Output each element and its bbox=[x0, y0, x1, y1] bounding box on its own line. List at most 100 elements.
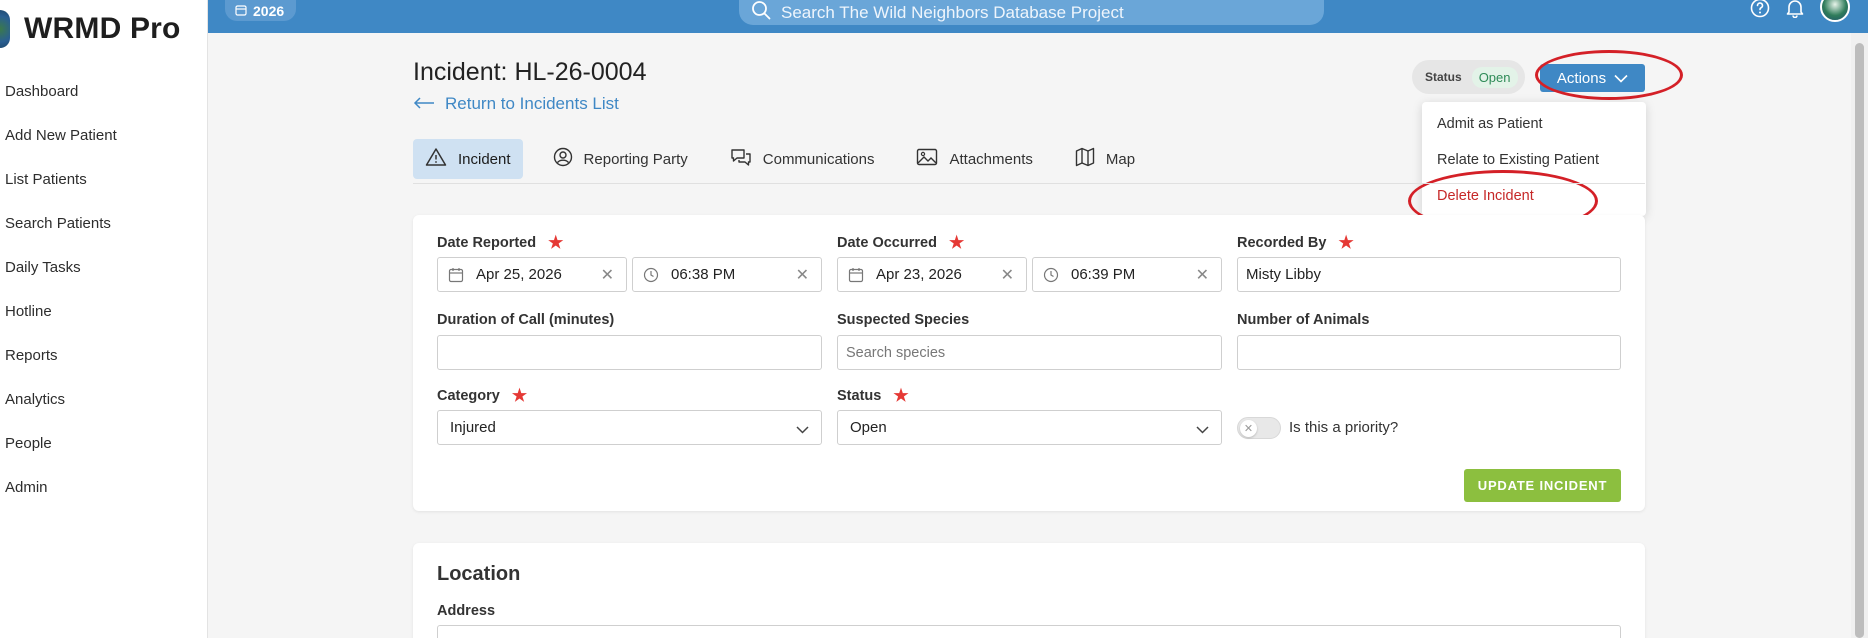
menu-item-relate-to-existing-patient[interactable]: Relate to Existing Patient bbox=[1422, 150, 1646, 186]
clear-icon[interactable]: ✕ bbox=[796, 265, 809, 285]
page-title: Incident: HL-26-0004 bbox=[413, 58, 647, 86]
sidebar-item-dashboard[interactable]: Dashboard bbox=[5, 80, 117, 124]
tabs-divider bbox=[413, 183, 1645, 184]
image-icon bbox=[916, 148, 938, 170]
date-reported-date-field[interactable]: Apr 25, 2026 ✕ bbox=[437, 257, 627, 292]
recorded-by-label: Recorded By ★ bbox=[1237, 233, 1354, 253]
date-reported-time-value: 06:38 PM bbox=[671, 266, 736, 283]
duration-label-text: Duration of Call (minutes) bbox=[437, 312, 615, 328]
vertical-scrollbar[interactable] bbox=[1851, 33, 1868, 638]
priority-toggle[interactable]: ✕ bbox=[1237, 417, 1281, 439]
status-indicator: Status Open bbox=[1412, 60, 1525, 94]
actions-label: Actions bbox=[1556, 69, 1607, 87]
return-to-incidents-link[interactable]: Return to Incidents List bbox=[413, 94, 619, 114]
status-field-label: Status ★ bbox=[837, 386, 909, 406]
address-field[interactable] bbox=[437, 625, 1621, 638]
sidebar-item-reports[interactable]: Reports bbox=[5, 344, 117, 388]
search-input[interactable] bbox=[781, 2, 1301, 23]
bell-icon[interactable] bbox=[1786, 0, 1804, 23]
calendar-icon bbox=[448, 267, 464, 283]
year-label: 2026 bbox=[253, 2, 285, 19]
arrow-left-icon bbox=[413, 94, 435, 114]
menu-item-admit-as-patient[interactable]: Admit as Patient bbox=[1422, 114, 1646, 150]
status-badge: Open bbox=[1471, 66, 1518, 88]
sidebar-item-daily-tasks[interactable]: Daily Tasks bbox=[5, 256, 117, 300]
tab-label: Reporting Party bbox=[583, 150, 688, 168]
date-occurred-label: Date Occurred ★ bbox=[837, 233, 964, 253]
suspected-species-label-text: Suspected Species bbox=[837, 312, 970, 328]
year-selector[interactable]: 2026 bbox=[225, 0, 297, 21]
chevron-down-icon bbox=[1196, 421, 1209, 438]
sidebar-item-search-patients[interactable]: Search Patients bbox=[5, 212, 117, 256]
number-of-animals-label: Number of Animals bbox=[1237, 312, 1369, 328]
recorded-by-field[interactable]: Misty Libby bbox=[1237, 257, 1621, 292]
tab-label: Communications bbox=[762, 150, 875, 168]
date-occurred-time-value: 06:39 PM bbox=[1071, 266, 1136, 283]
tab-reporting-party[interactable]: Reporting Party bbox=[541, 139, 700, 179]
incident-form: Date Reported ★ Apr 25, 2026 ✕ 06:38 PM ✕… bbox=[413, 215, 1645, 511]
date-occurred-time-field[interactable]: 06:39 PM ✕ bbox=[1032, 257, 1222, 292]
tab-map[interactable]: Map bbox=[1063, 139, 1147, 179]
location-title: Location bbox=[437, 563, 521, 585]
date-occurred-date-field[interactable]: Apr 23, 2026 ✕ bbox=[837, 257, 1027, 292]
global-search[interactable] bbox=[739, 0, 1324, 25]
tab-incident[interactable]: Incident bbox=[413, 139, 523, 179]
brand-logo bbox=[0, 10, 10, 48]
sidebar-item-admin[interactable]: Admin bbox=[5, 476, 117, 520]
sidebar-item-people[interactable]: People bbox=[5, 432, 117, 476]
status-select[interactable]: Open bbox=[837, 410, 1222, 445]
number-of-animals-label-text: Number of Animals bbox=[1237, 312, 1370, 328]
sidebar-item-list-patients[interactable]: List Patients bbox=[5, 168, 117, 212]
warning-icon bbox=[425, 147, 447, 171]
clear-icon[interactable]: ✕ bbox=[601, 265, 614, 285]
topbar: 2026 bbox=[208, 0, 1868, 33]
chevron-down-icon bbox=[1614, 70, 1628, 87]
user-circle-icon bbox=[553, 147, 573, 171]
category-select[interactable]: Injured bbox=[437, 410, 822, 445]
number-of-animals-field[interactable] bbox=[1237, 335, 1621, 370]
required-star-icon: ★ bbox=[511, 386, 528, 405]
species-search-field[interactable]: Search species bbox=[837, 335, 1222, 370]
tab-label: Map bbox=[1105, 150, 1136, 168]
avatar[interactable] bbox=[1820, 0, 1850, 22]
top-actions bbox=[1750, 0, 1850, 23]
actions-button[interactable]: Actions bbox=[1540, 64, 1645, 92]
help-icon[interactable] bbox=[1750, 0, 1770, 23]
actions-menu: Admit as Patient Relate to Existing Pati… bbox=[1422, 102, 1646, 216]
clear-icon[interactable]: ✕ bbox=[1196, 265, 1209, 285]
status-select-value: Open bbox=[850, 419, 887, 436]
clear-icon[interactable]: ✕ bbox=[1001, 265, 1014, 285]
brand-name: WRMD Pro bbox=[24, 12, 181, 45]
date-reported-label-text: Date Reported bbox=[437, 235, 537, 251]
clock-icon bbox=[643, 267, 659, 283]
date-reported-date-value: Apr 25, 2026 bbox=[476, 266, 562, 283]
category-label: Category ★ bbox=[437, 386, 527, 406]
calendar-icon bbox=[235, 3, 247, 19]
map-icon bbox=[1075, 147, 1095, 171]
incident-tabs: Incident Reporting Party Communications … bbox=[413, 139, 1165, 179]
search-icon bbox=[751, 0, 771, 25]
sidebar-item-add-new-patient[interactable]: Add New Patient bbox=[5, 124, 117, 168]
back-link-label: Return to Incidents List bbox=[445, 94, 619, 113]
sidebar-item-analytics[interactable]: Analytics bbox=[5, 388, 117, 432]
brand[interactable]: WRMD Pro bbox=[0, 8, 181, 50]
duration-field[interactable] bbox=[437, 335, 822, 370]
scrollbar-thumb[interactable] bbox=[1855, 43, 1864, 638]
date-occurred-label-text: Date Occurred bbox=[837, 235, 937, 251]
tab-attachments[interactable]: Attachments bbox=[904, 139, 1044, 179]
duration-label: Duration of Call (minutes) bbox=[437, 312, 614, 328]
category-value: Injured bbox=[450, 419, 496, 436]
sidebar-nav: Dashboard Add New Patient List Patients … bbox=[5, 80, 117, 520]
sidebar-item-hotline[interactable]: Hotline bbox=[5, 300, 117, 344]
tab-communications[interactable]: Communications bbox=[718, 139, 887, 179]
tab-label: Attachments bbox=[949, 150, 1033, 168]
toggle-off-icon: ✕ bbox=[1240, 420, 1257, 437]
update-incident-button[interactable]: UPDATE INCIDENT bbox=[1464, 469, 1621, 502]
date-reported-time-field[interactable]: 06:38 PM ✕ bbox=[632, 257, 822, 292]
recorded-by-label-text: Recorded By bbox=[1237, 235, 1327, 251]
suspected-species-label: Suspected Species bbox=[837, 312, 969, 328]
required-star-icon: ★ bbox=[1338, 233, 1354, 252]
required-star-icon: ★ bbox=[948, 233, 965, 252]
date-occurred-date-value: Apr 23, 2026 bbox=[876, 266, 962, 283]
calendar-icon bbox=[848, 267, 864, 283]
